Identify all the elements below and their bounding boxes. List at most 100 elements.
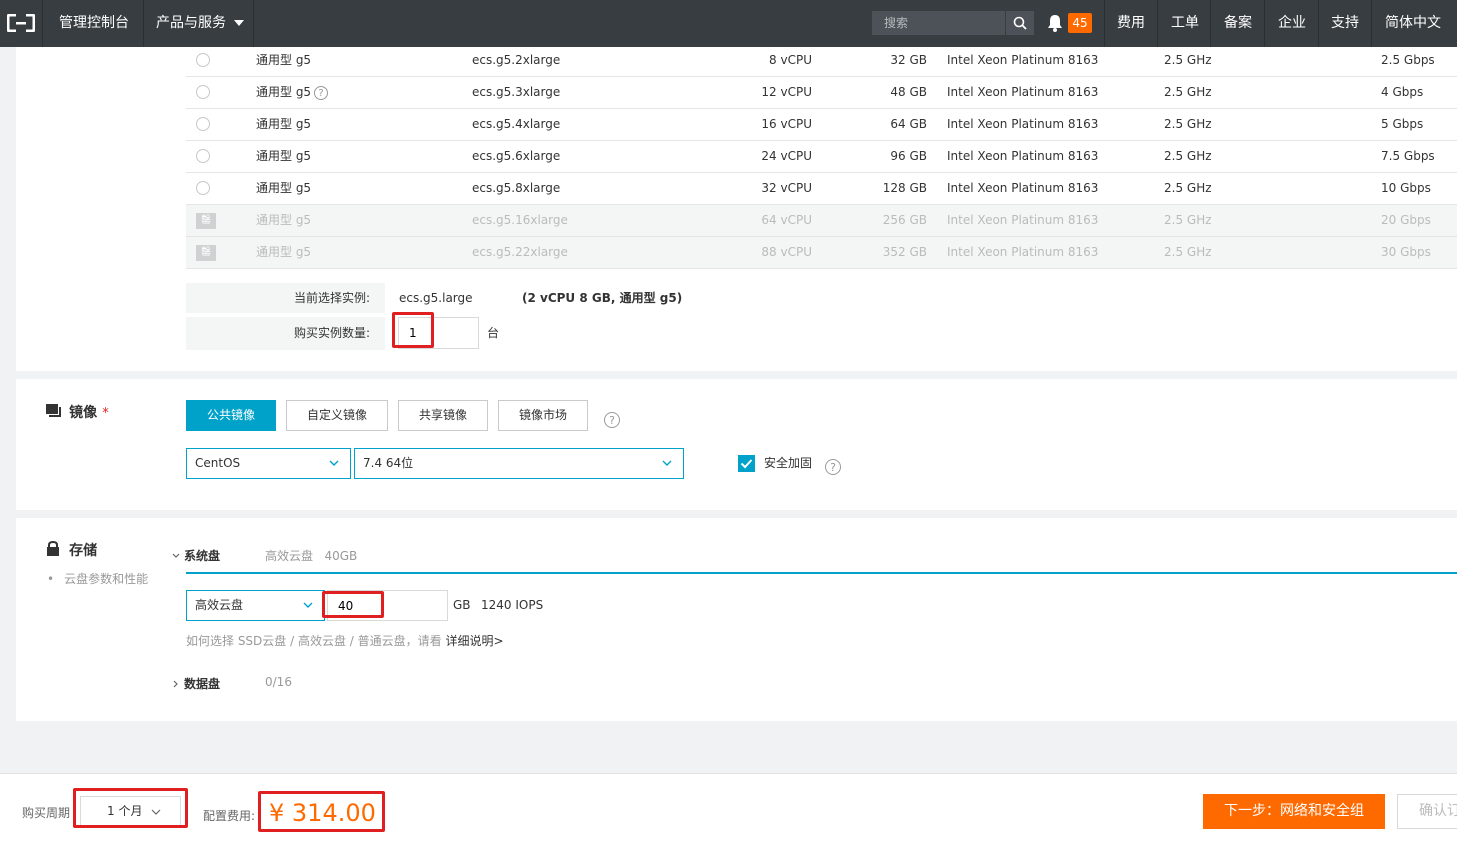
cell-mem: 64 GB xyxy=(890,109,927,140)
disk-type-select[interactable]: 高效云盘 xyxy=(186,590,325,621)
chevron-down-icon xyxy=(172,553,180,558)
storage-icon xyxy=(47,540,59,556)
cell-family: 通用型 g5 xyxy=(256,141,311,172)
search-input[interactable] xyxy=(872,11,1000,35)
cell-bw: 10 Gbps xyxy=(1381,173,1431,204)
image-help-icon[interactable]: ? xyxy=(601,409,620,428)
quantity-highlight-box xyxy=(392,312,434,348)
topbar-link[interactable]: 费用 xyxy=(1117,0,1145,47)
os-version-select[interactable]: 7.4 64位 xyxy=(354,448,684,479)
system-disk-toggle[interactable]: 系统盘 xyxy=(172,547,220,564)
cell-vcpu: 64 vCPU xyxy=(761,205,812,236)
bell-icon xyxy=(1048,15,1062,32)
cell-type-text: ecs.g5.4xlarge xyxy=(472,117,561,131)
cell-freq-text: 2.5 GHz xyxy=(1164,149,1212,163)
disk-hint-text: 如何选择 SSD云盘 / 高效云盘 / 普通云盘，请看 xyxy=(186,634,442,648)
image-section-header: 镜像 * xyxy=(46,402,109,422)
instance-radio[interactable] xyxy=(196,149,210,163)
cell-cpu-text: Intel Xeon Platinum 8163 xyxy=(947,117,1099,131)
image-tab[interactable]: 自定义镜像 xyxy=(286,400,388,431)
cell-type: ecs.g5.22xlarge xyxy=(472,237,568,268)
cell-family-text: 通用型 g5 xyxy=(256,149,312,163)
cell-mem-text: 352 GB xyxy=(882,245,927,259)
image-panel xyxy=(16,379,1457,510)
table-row[interactable]: 通用型 g5 ecs.g5.4xlarge 16 vCPU 64 GB Intel Xe… xyxy=(186,109,1457,141)
instance-radio[interactable] xyxy=(196,181,210,195)
cell-freq: 2.5 GHz xyxy=(1164,109,1212,140)
cell-type-text: ecs.g5.22xlarge xyxy=(472,245,568,259)
disk-size-highlight-box xyxy=(322,591,384,618)
cell-freq: 2.5 GHz xyxy=(1164,77,1212,108)
cell-type-text: ecs.g5.8xlarge xyxy=(472,181,561,195)
aliyun-logo[interactable] xyxy=(0,0,42,47)
cell-bw: 20 Gbps xyxy=(1381,205,1431,236)
cell-cpu-text: Intel Xeon Platinum 8163 xyxy=(947,181,1099,195)
cell-mem: 32 GB xyxy=(890,45,927,76)
cell-bw-text: 2.5 Gbps xyxy=(1381,53,1435,67)
topbar-link[interactable]: 工单 xyxy=(1171,0,1199,47)
cell-freq: 2.5 GHz xyxy=(1164,237,1212,268)
cell-vcpu-text: 32 vCPU xyxy=(761,181,812,195)
topbar-link[interactable]: 备案 xyxy=(1224,0,1252,47)
confirm-order-button[interactable]: 确认订 xyxy=(1397,794,1457,829)
image-tab[interactable]: 公共镜像 xyxy=(186,400,276,431)
cell-bw-text: 30 Gbps xyxy=(1381,245,1431,259)
topbar-link[interactable]: 简体中文 xyxy=(1385,0,1441,47)
cell-type: ecs.g5.6xlarge xyxy=(472,141,560,172)
cell-type-text: ecs.g5.2xlarge xyxy=(472,53,561,67)
cell-cpu-text: Intel Xeon Platinum 8163 xyxy=(947,53,1099,67)
security-hardening-checkbox[interactable] xyxy=(738,455,755,472)
cell-freq: 2.5 GHz xyxy=(1164,141,1212,172)
cell-cpu-text: Intel Xeon Platinum 8163 xyxy=(947,85,1099,99)
help-icon: ? xyxy=(825,458,841,475)
cell-freq: 2.5 GHz xyxy=(1164,205,1212,236)
next-step-button[interactable]: 下一步：网络和安全组 xyxy=(1203,794,1385,829)
table-row[interactable]: 通用型 g5 ecs.g5.2xlarge 8 vCPU 32 GB Intel Xeo… xyxy=(186,45,1457,77)
topbar-link[interactable]: 支持 xyxy=(1331,0,1359,47)
topbar-link[interactable]: 企业 xyxy=(1278,0,1306,47)
instance-radio[interactable] xyxy=(196,53,210,67)
cell-bw: 7.5 Gbps xyxy=(1381,141,1435,172)
help-icon[interactable]: ? xyxy=(314,85,329,100)
notification-bell[interactable] xyxy=(1047,14,1063,36)
table-row[interactable]: 通用型 g5 ecs.g5.6xlarge 24 vCPU 96 GB Intel Xe… xyxy=(186,141,1457,173)
cell-mem-text: 64 GB xyxy=(890,117,927,131)
cell-mem-text: 32 GB xyxy=(890,53,927,67)
instance-radio[interactable] xyxy=(196,117,210,131)
system-disk-label: 系统盘 xyxy=(184,549,221,563)
disk-hint-link[interactable]: 详细说明> xyxy=(445,634,503,648)
image-tab[interactable]: 镜像市场 xyxy=(498,400,588,431)
disk-size-unit: GB xyxy=(453,598,471,612)
cell-mem-text: 128 GB xyxy=(882,181,927,195)
products-menu[interactable]: 产品与服务 xyxy=(156,0,245,47)
cell-type: ecs.g5.4xlarge xyxy=(472,109,560,140)
table-row[interactable]: 通用型 g5 ecs.g5.8xlarge 32 vCPU 128 GB Intel X… xyxy=(186,173,1457,205)
image-icon xyxy=(46,404,61,417)
notification-count-badge: 45 xyxy=(1068,13,1092,33)
data-disk-toggle[interactable]: 数据盘 xyxy=(172,675,220,692)
cell-freq-text: 2.5 GHz xyxy=(1164,53,1212,67)
search-button[interactable] xyxy=(1005,11,1034,35)
disk-performance-link[interactable]: • 云盘参数和性能 xyxy=(47,570,148,587)
help-icon: ? xyxy=(604,411,620,428)
storage-section-title: 存储 xyxy=(69,543,98,559)
disk-hint: 如何选择 SSD云盘 / 高效云盘 / 普通云盘，请看 详细说明> xyxy=(186,632,504,649)
cell-bw: 5 Gbps xyxy=(1381,109,1423,140)
search-box xyxy=(872,11,1034,35)
security-hardening-label: 安全加固 xyxy=(764,456,813,470)
security-help-icon[interactable]: ? xyxy=(822,456,841,475)
disk-performance-label: 云盘参数和性能 xyxy=(64,572,149,586)
cell-type-text: ecs.g5.6xlarge xyxy=(472,149,561,163)
os-select[interactable]: CentOS xyxy=(186,448,351,479)
instance-radio[interactable] xyxy=(196,85,210,99)
cell-type: ecs.g5.3xlarge xyxy=(472,77,560,108)
cell-bw: 4 Gbps xyxy=(1381,77,1423,108)
table-row[interactable]: 通用型 g5? ecs.g5.3xlarge 12 vCPU 48 GB Intel X… xyxy=(186,77,1457,109)
console-link[interactable]: 管理控制台 xyxy=(59,0,129,47)
cell-vcpu-text: 8 vCPU xyxy=(769,53,812,67)
bullet-icon: • xyxy=(47,572,55,586)
order-footer: 购买周期 1 个月 配置费用: ¥ 314.00 下一步：网络和安全组 确认订 xyxy=(0,773,1457,846)
image-tab[interactable]: 共享镜像 xyxy=(398,400,488,431)
caret-down-icon xyxy=(234,20,245,26)
current-instance-spec: (2 vCPU 8 GB, 通用型 g5) xyxy=(522,291,683,305)
